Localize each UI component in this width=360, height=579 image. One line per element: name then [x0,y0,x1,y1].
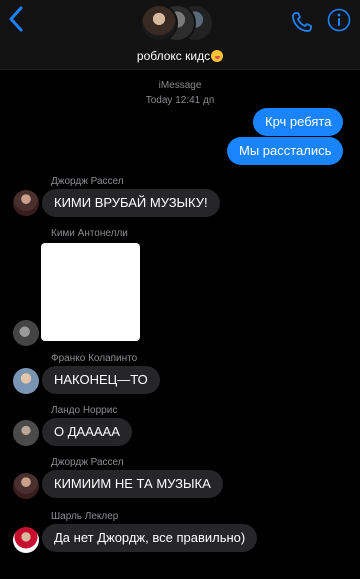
image-attachment[interactable] [41,243,140,341]
sender-name: Ландо Норрис [51,405,118,416]
incoming-message[interactable]: О ДААААА [42,418,132,446]
avatar[interactable] [13,320,39,346]
group-title: роблокс кидс [136,49,211,63]
timestamp: Today 12:41 дп [145,95,215,106]
avatar[interactable] [13,190,39,216]
call-button[interactable] [290,10,314,34]
group-avatar-stack[interactable] [140,2,222,44]
info-icon [327,8,351,32]
sender-name: Кими Антонелли [51,228,128,239]
avatar[interactable] [13,368,39,394]
back-button[interactable] [6,6,26,32]
conversation-header: роблокс кидс [0,0,360,70]
incoming-message[interactable]: КИМИИМ НЕ ТА МУЗЫКА [42,470,223,498]
incoming-message[interactable]: Да нет Джордж, все правильно) [42,524,258,552]
incoming-message[interactable]: НАКОНЕЦ—ТО [42,366,160,394]
sender-name: Шарль Леклер [51,511,119,522]
phone-icon [292,12,312,32]
avatar [140,4,178,42]
outgoing-message[interactable]: Мы расстались [227,137,344,165]
incoming-message[interactable]: КИМИ ВРУБАЙ МУЗЫКУ! [42,189,220,217]
sender-name: Джордж Рассел [51,176,124,187]
info-button[interactable] [327,8,351,32]
sender-name: Джордж Рассел [51,457,124,468]
avatar[interactable] [13,420,39,446]
outgoing-message[interactable]: Крч ребята [253,108,344,136]
grinning-tongue-emoji-icon [211,50,224,62]
avatar[interactable] [13,527,39,553]
avatar[interactable] [13,473,39,499]
chevron-left-icon [9,6,23,32]
sender-name: Франко Колапинто [51,353,138,364]
service-label: iMessage [158,80,202,91]
group-title-row[interactable]: роблокс кидс [0,49,360,63]
